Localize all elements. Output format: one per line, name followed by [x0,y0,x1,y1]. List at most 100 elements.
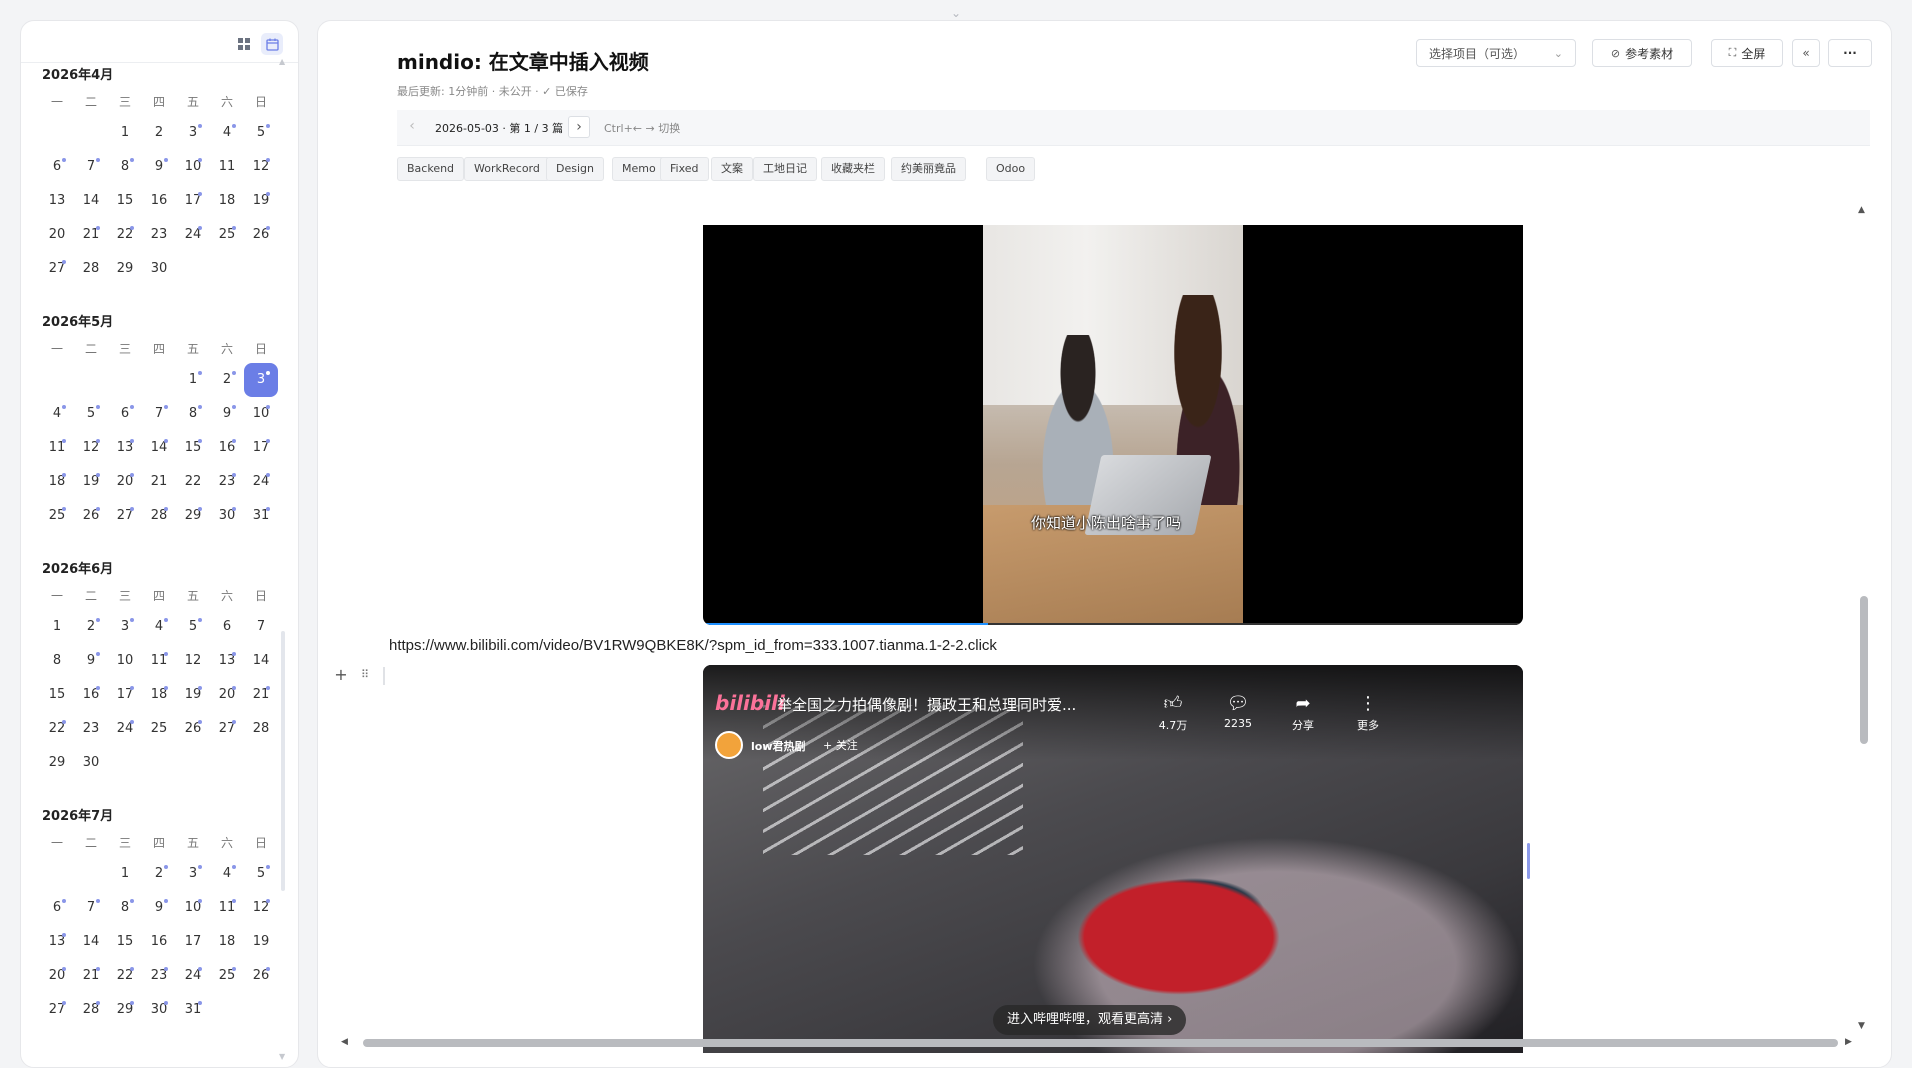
calendar-day[interactable]: 5 [176,610,210,644]
tag-chip[interactable]: Fixed [660,157,709,181]
calendar-day[interactable]: 4 [142,610,176,644]
calendar-day[interactable]: 23 [210,465,244,499]
calendar-day[interactable]: 1 [108,857,142,891]
calendar-day[interactable]: 3 [244,363,278,397]
more-action[interactable]: ⋮ 更多 [1343,693,1393,733]
calendar-day[interactable]: 22 [176,465,210,499]
video-title[interactable]: 举全国之力拍偶像剧！摄政王和总理同时爱... [777,694,1076,715]
open-bilibili-button[interactable]: 进入哔哩哔哩，观看更高清 › [993,1005,1187,1035]
calendar-day[interactable]: 16 [142,925,176,959]
calendar-day[interactable]: 13 [40,184,74,218]
calendar-day[interactable]: 26 [74,499,108,533]
calendar-day[interactable]: 22 [108,959,142,993]
horizontal-scrollbar-thumb[interactable] [363,1039,1838,1047]
calendar-day[interactable]: 12 [244,150,278,184]
calendar-day[interactable]: 10 [176,150,210,184]
calendar-day[interactable]: 20 [108,465,142,499]
follow-button[interactable]: + 关注 [823,737,858,753]
more-button[interactable]: ··· [1828,39,1872,67]
project-select[interactable]: 选择项目（可选） ⌄ [1416,39,1576,67]
calendar-day[interactable]: 11 [210,891,244,925]
calendar-day[interactable]: 11 [40,431,74,465]
calendar-day[interactable]: 15 [40,678,74,712]
grid-view-icon[interactable] [233,33,255,55]
calendar-day[interactable]: 25 [40,499,74,533]
calendar-day[interactable]: 4 [210,857,244,891]
calendar-day[interactable]: 25 [210,218,244,252]
sidebar-scroll-up-icon[interactable]: ▲ [279,57,285,66]
calendar-day[interactable]: 30 [74,746,108,780]
tag-chip[interactable]: Odoo [986,157,1036,181]
calendar-day[interactable]: 3 [108,610,142,644]
calendar-day[interactable]: 24 [108,712,142,746]
calendar-day[interactable]: 12 [244,891,278,925]
uploader-avatar[interactable] [715,731,743,759]
calendar-day[interactable]: 20 [40,959,74,993]
calendar-day[interactable]: 18 [142,678,176,712]
calendar-day[interactable]: 1 [108,116,142,150]
calendar-day[interactable]: 18 [40,465,74,499]
calendar-day[interactable]: 19 [74,465,108,499]
calendar-day[interactable]: 11 [210,150,244,184]
calendar-day[interactable]: 29 [108,252,142,286]
scroll-up-icon[interactable]: ▲ [1858,205,1865,215]
calendar-day[interactable]: 15 [108,184,142,218]
calendar-day[interactable]: 9 [210,397,244,431]
scroll-down-icon[interactable]: ▼ [1858,1021,1865,1031]
calendar-day[interactable]: 8 [40,644,74,678]
resize-handle[interactable] [1527,843,1530,879]
calendar-day[interactable]: 30 [210,499,244,533]
calendar-day[interactable]: 23 [142,218,176,252]
calendar-day[interactable]: 9 [142,150,176,184]
reference-button[interactable]: ⊘ 参考素材 [1592,39,1692,67]
calendar-day[interactable]: 8 [176,397,210,431]
calendar-day[interactable]: 16 [142,184,176,218]
calendar-day[interactable]: 29 [108,993,142,1027]
calendar-day[interactable]: 30 [142,993,176,1027]
calendar-day[interactable]: 28 [142,499,176,533]
calendar-day[interactable]: 9 [74,644,108,678]
calendar-day[interactable]: 2 [74,610,108,644]
calendar-day[interactable]: 26 [244,959,278,993]
uploader-name[interactable]: low君热剧 [751,738,806,754]
calendar-day[interactable]: 21 [142,465,176,499]
calendar-day[interactable]: 13 [210,644,244,678]
tag-chip[interactable]: WorkRecord [464,157,550,181]
like-action[interactable]: 👍︎ 4.7万 [1148,693,1198,733]
calendar-day[interactable]: 17 [108,678,142,712]
video-url-text[interactable]: https://www.bilibili.com/video/BV1RW9QBK… [389,637,997,654]
calendar-day[interactable]: 23 [74,712,108,746]
tag-chip[interactable]: Memo [612,157,666,181]
tag-chip[interactable]: Backend [397,157,465,181]
calendar-day[interactable]: 25 [210,959,244,993]
calendar-day[interactable]: 29 [176,499,210,533]
calendar-day[interactable]: 17 [176,184,210,218]
calendar-day[interactable]: 26 [176,712,210,746]
calendar-day[interactable]: 17 [244,431,278,465]
next-article-icon[interactable]: › [568,116,590,138]
calendar-day[interactable]: 23 [142,959,176,993]
calendar-day[interactable]: 30 [142,252,176,286]
calendar-day[interactable]: 1 [40,610,74,644]
calendar-day[interactable]: 4 [210,116,244,150]
fullscreen-button[interactable]: ⛶ 全屏 [1711,39,1783,67]
calendar-day[interactable]: 7 [142,397,176,431]
calendar-day[interactable]: 20 [40,218,74,252]
calendar-day[interactable]: 13 [108,431,142,465]
calendar-day[interactable]: 27 [210,712,244,746]
calendar-day[interactable]: 19 [244,925,278,959]
calendar-day[interactable]: 8 [108,891,142,925]
tag-chip[interactable]: Design [546,157,604,181]
calendar-day[interactable]: 29 [40,746,74,780]
calendar-day[interactable]: 13 [40,925,74,959]
calendar-day[interactable]: 26 [244,218,278,252]
calendar-day[interactable]: 15 [176,431,210,465]
calendar-day[interactable]: 19 [176,678,210,712]
video-embed-1[interactable]: 你知道小陈出啥事了吗 [703,225,1523,625]
calendar-day[interactable]: 20 [210,678,244,712]
bilibili-logo[interactable]: bilibili [715,691,785,715]
share-action[interactable]: ➦ 分享 [1278,693,1328,733]
collapse-button[interactable]: « [1792,39,1820,67]
calendar-day[interactable]: 8 [108,150,142,184]
calendar-day[interactable]: 24 [176,959,210,993]
